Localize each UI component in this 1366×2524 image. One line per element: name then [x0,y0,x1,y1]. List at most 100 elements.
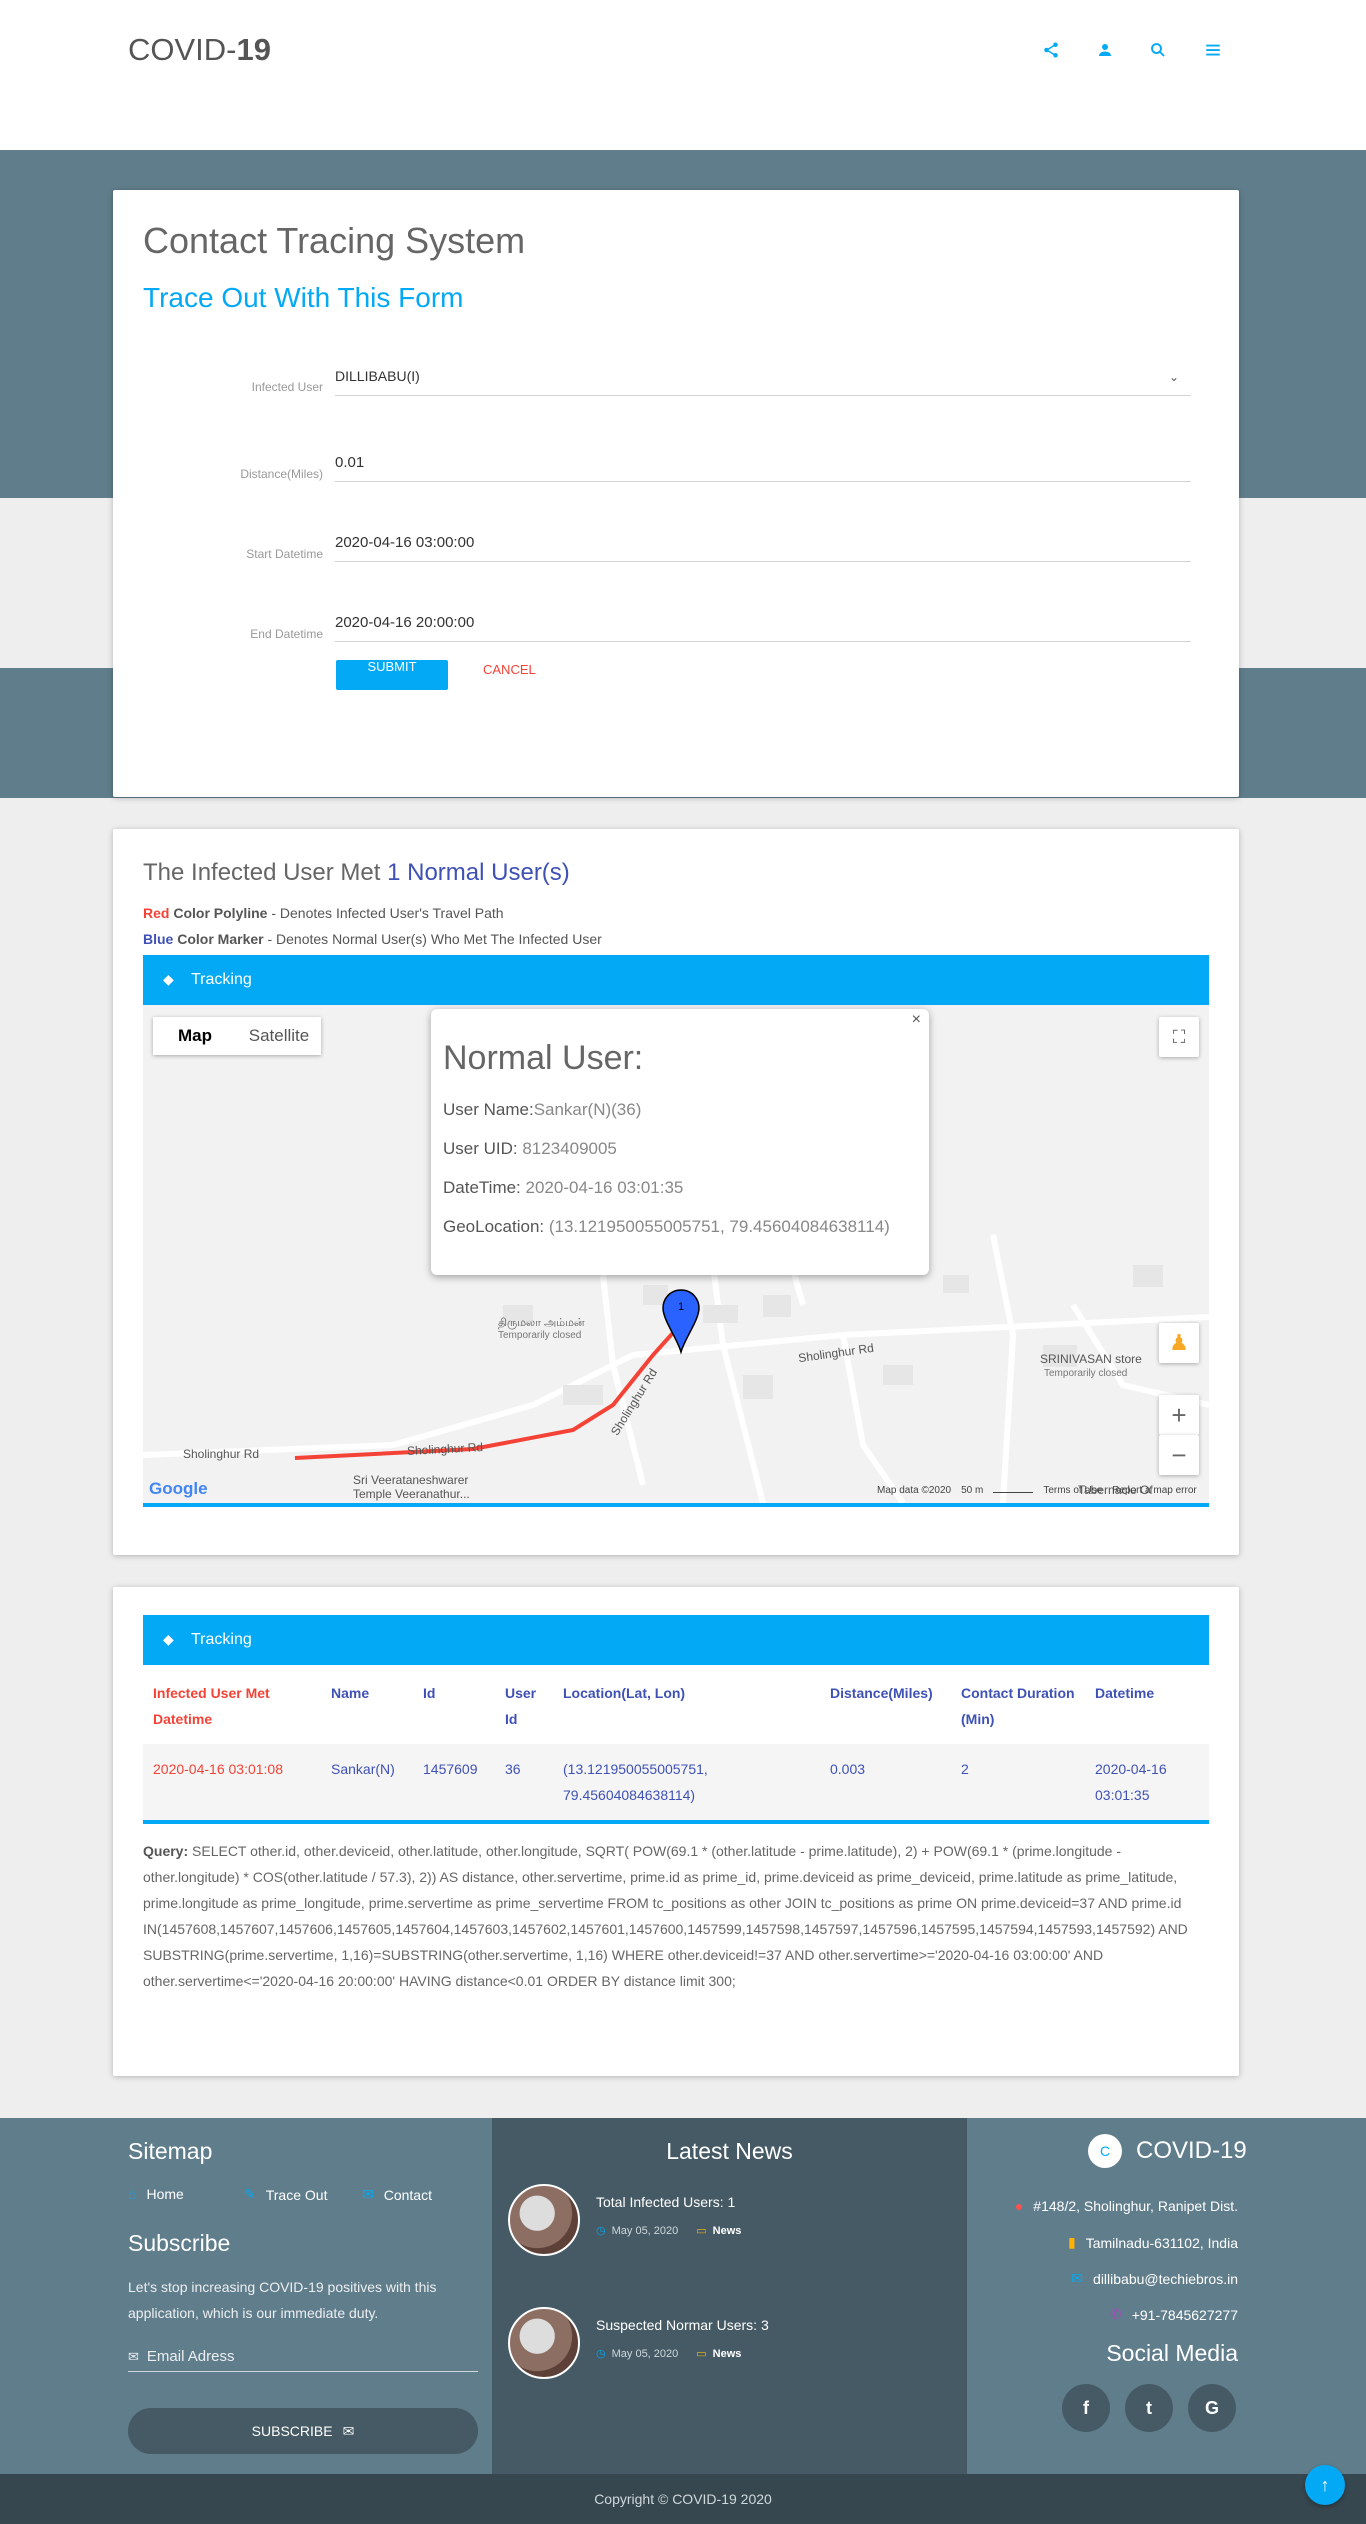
column-header: Infected User Met Datetime [153,1685,270,1727]
infected-user-label: Infected User [251,380,323,394]
folder-icon: ▭ [696,2348,707,2360]
layers-icon: ◆ [163,971,174,987]
news-thumbnail [508,2184,580,2256]
map-tab[interactable]: Map [153,1017,237,1055]
folder-icon: ▭ [696,2225,707,2237]
form-title: Contact Tracing System [143,220,526,261]
share-icon[interactable] [1037,36,1065,64]
footer-phone[interactable]: ✆ +91-7845627277 [1110,2306,1238,2323]
google-logo: Google [149,1479,208,1498]
column-header: Distance(Miles) [830,1685,933,1701]
tracking-table-card: ◆ Tracking Infected User Met Datetime Na… [113,1587,1239,2076]
popup-user-name: User Name:Sankar(N)(36) [443,1100,642,1119]
scroll-to-top-button[interactable]: ↑ [1305,2465,1345,2505]
map-card: The Infected User Met 1 Normal User(s) R… [113,829,1239,1555]
latest-news-title: Latest News [666,2138,793,2164]
google-icon[interactable]: G [1188,2384,1236,2432]
news-title: Total Infected Users: 1 [596,2194,736,2210]
table-cell: (13.121950055005751, 79.45604084638114) [563,1761,708,1803]
table-cell: 2 [961,1761,969,1777]
normal-user-marker[interactable]: 1 [661,1288,701,1358]
twitter-icon[interactable]: t [1125,2384,1173,2432]
footer-link-home[interactable]: ⌂ Home [128,2186,184,2202]
google-map[interactable]: Map Satellite × Normal User: User Name:S… [143,1005,1209,1507]
table-bottom-border [143,1820,1209,1824]
blue-legend: Blue Color Marker - Denotes Normal User(… [143,931,602,947]
pencil-icon: ✎ [244,2186,256,2202]
table-cell: 0.003 [830,1761,866,1777]
news-item[interactable]: Total Infected Users: 1 ◷ May 05, 2020 ▭ N… [508,2184,741,2256]
subscribe-button[interactable]: SUBSCRIBE ✉ [128,2408,478,2454]
clock-icon: ◷ [596,2348,606,2360]
close-icon[interactable]: × [912,1011,921,1029]
place-label: திருமலா அம்மன் Temporarily closed [498,1317,585,1341]
news-item[interactable]: Suspected Normar Users: 3 ◷ May 05, 2020 … [508,2307,769,2379]
mail-icon: ✉ [128,2348,139,2364]
report-error-link[interactable]: Report a map error [1112,1485,1196,1496]
start-datetime-input[interactable]: 2020-04-16 03:00:00 [335,534,1191,562]
news-title: Suspected Normar Users: 3 [596,2317,769,2333]
street-view-icon[interactable]: ♟ [1159,1323,1199,1363]
facebook-icon[interactable]: f [1062,2384,1110,2432]
met-summary-title: The Infected User Met 1 Normal User(s) [143,859,570,886]
infected-user-select[interactable]: DILLIBABU(I) ⌄ [335,368,1191,396]
footer-email[interactable]: ✉ dillibabu@techiebros.in [1071,2270,1238,2287]
column-header: Id [423,1685,436,1701]
map-attribution: Map data ©2020 50 m Terms of Use Report … [877,1485,1197,1496]
zoom-out-button[interactable]: − [1159,1435,1199,1475]
user-info-popup: × Normal User: User Name:Sankar(N)(36) U… [431,1009,929,1275]
home-icon: ⌂ [128,2186,137,2202]
table-cell: Sankar(N) [331,1761,395,1777]
end-datetime-input[interactable]: 2020-04-16 20:00:00 [335,614,1191,642]
map-icon: ▮ [1067,2234,1076,2250]
infected-travel-polyline [294,1323,683,1460]
distance-input[interactable]: 0.01 [335,454,1191,482]
social-buttons: f t G [1062,2384,1236,2432]
table-cell: 36 [505,1761,521,1777]
cancel-button[interactable]: CANCEL [483,662,536,677]
footer-brand: C COVID-19 [1088,2134,1247,2168]
popup-user-uid: User UID: 8123409005 [443,1139,617,1158]
latest-news-panel [492,2118,967,2474]
form-subtitle: Trace Out With This Form [143,282,464,313]
brand-logo[interactable]: COVID-19 [128,32,271,68]
subscribe-text: Let's stop increasing COVID-19 positives… [128,2279,437,2321]
popup-title: Normal User: [443,1039,644,1077]
social-media-title: Social Media [1106,2340,1238,2366]
top-navbar: COVID-19 [0,0,1366,150]
footer: Sitemap ⌂ Home ✎ Trace Out ✉ Contact Subscr… [0,2118,1366,2474]
red-legend: Red Color Polyline - Denotes Infected Us… [143,905,504,921]
person-icon[interactable] [1091,36,1119,64]
email-input[interactable]: ✉ Email Adress [128,2348,478,2372]
copyright-bar: Copyright © COVID-19 2020 [0,2474,1366,2524]
column-header: Datetime [1095,1685,1155,1701]
sql-query: Query: SELECT other.id, other.deviceid, … [143,1843,1188,1989]
mail-icon: ✉ [1071,2270,1084,2286]
satellite-tab[interactable]: Satellite [237,1017,321,1055]
start-datetime-label: Start Datetime [246,547,323,561]
zoom-in-button[interactable]: + [1159,1395,1199,1435]
column-header: User Id [505,1685,537,1727]
mail-icon: ✉ [362,2186,374,2202]
table-cell: 2020-04-16 03:01:08 [153,1761,283,1777]
fullscreen-icon[interactable]: ⛶ [1159,1017,1199,1057]
table-row: 2020-04-16 03:01:08 Sankar(N) 1457609 36… [143,1744,1209,1820]
column-header: Location(Lat, Lon) [563,1685,686,1701]
menu-icon[interactable] [1199,36,1227,64]
road-label: Sholinghur Rd [183,1447,260,1461]
tracking-bar: ◆ Tracking [143,1615,1209,1665]
submit-button[interactable]: SUBMIT [336,660,448,690]
clock-icon: ◷ [596,2225,606,2237]
popup-geolocation: GeoLocation: (13.121950055005751, 79.456… [443,1217,890,1236]
news-thumbnail [508,2307,580,2379]
table-cell: 2020-04-16 03:01:35 [1095,1761,1167,1803]
footer-link-trace-out[interactable]: ✎ Trace Out [244,2186,327,2203]
subscribe-title: Subscribe [128,2230,231,2256]
footer-link-contact[interactable]: ✉ Contact [362,2186,432,2203]
location-pin-icon: ● [1014,2198,1024,2214]
search-icon[interactable] [1144,36,1172,64]
tracking-table: Infected User Met Datetime Name Id User … [143,1668,1209,1824]
terms-link[interactable]: Terms of Use [1043,1485,1102,1496]
phone-icon: ✆ [1109,2306,1122,2322]
table-cell: 1457609 [423,1761,478,1777]
